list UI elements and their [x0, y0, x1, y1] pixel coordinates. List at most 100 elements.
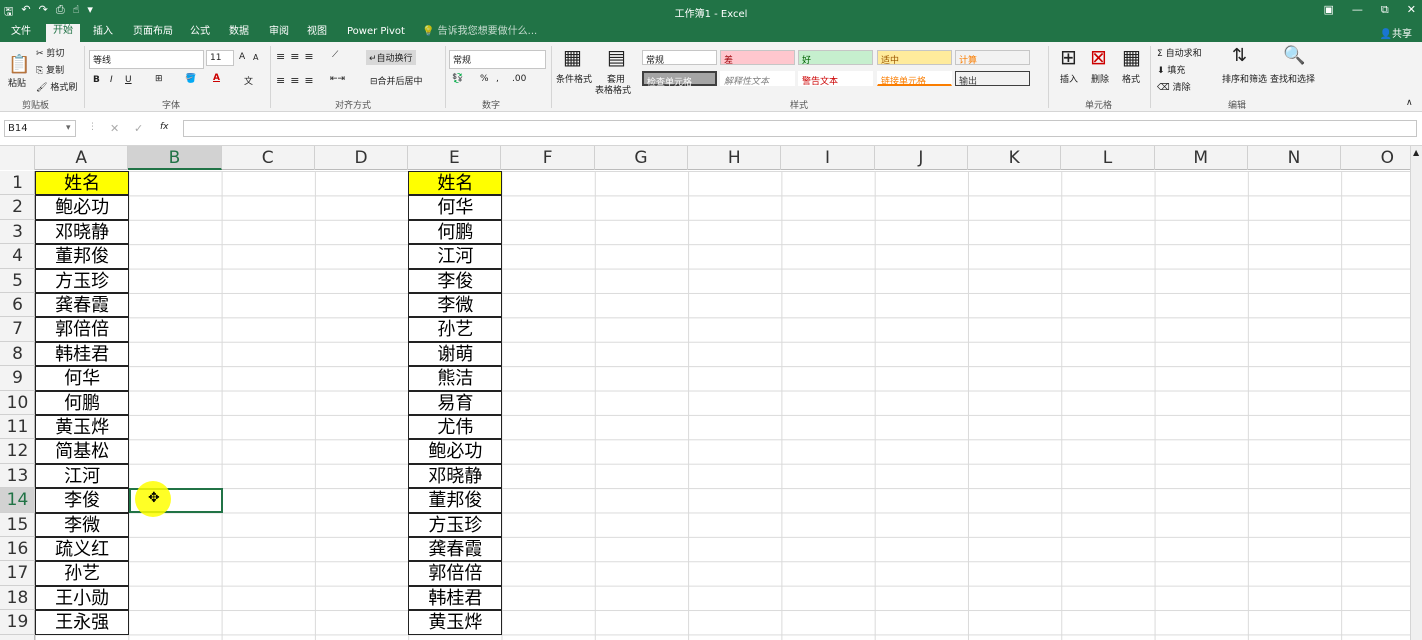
table-cell[interactable]: 江河 — [408, 244, 503, 269]
font-size-select[interactable]: 11 — [206, 50, 234, 66]
cut-button[interactable]: ✂ 剪切 — [36, 46, 64, 59]
table-cell[interactable]: 李微 — [35, 512, 130, 537]
table-cell[interactable]: 李俊 — [408, 268, 503, 293]
tab-file[interactable]: 文件 — [4, 25, 38, 39]
table-cell[interactable]: 孙艺 — [408, 317, 503, 342]
format-cells-button[interactable]: 格式 — [1122, 72, 1140, 85]
table-cell[interactable]: 何鹏 — [408, 219, 503, 245]
close-icon[interactable]: ✕ — [1407, 3, 1416, 17]
table-cell[interactable]: 简基松 — [35, 439, 130, 464]
style-output[interactable]: 输出 — [955, 71, 1030, 87]
column-header-k[interactable]: K — [968, 146, 1062, 170]
tab-data[interactable]: 数据 — [222, 25, 256, 39]
sort-filter-button[interactable]: 排序和筛选 — [1222, 72, 1267, 85]
row-header-19[interactable]: 19 — [0, 610, 35, 635]
table-cell[interactable]: 鲍必功 — [35, 195, 130, 220]
select-all-corner[interactable] — [0, 146, 35, 170]
currency-icon[interactable]: 💱 — [452, 74, 463, 84]
column-header-c[interactable]: C — [222, 146, 315, 170]
table-cell[interactable]: 方玉珍 — [408, 512, 503, 537]
col-e-header-cell[interactable]: 姓名 — [408, 171, 503, 196]
formula-input[interactable] — [183, 120, 1417, 137]
table-cell[interactable]: 王永强 — [35, 610, 130, 635]
table-cell[interactable]: 何华 — [35, 366, 130, 391]
row-header-3[interactable]: 3 — [0, 220, 35, 245]
table-cell[interactable]: 谢萌 — [408, 341, 503, 367]
row-header-14[interactable]: 14 — [0, 488, 35, 513]
underline-button[interactable]: U — [125, 75, 132, 85]
collapse-ribbon-icon[interactable]: ∧ — [1406, 98, 1413, 108]
namebox-dropdown-icon[interactable]: ▾ — [66, 123, 71, 133]
cancel-icon[interactable]: ✕ — [110, 122, 119, 135]
style-explanatory[interactable]: 解释性文本 — [720, 71, 795, 87]
paste-button[interactable]: 粘贴 — [8, 76, 26, 89]
insert-cells-button[interactable]: 插入 — [1060, 72, 1078, 85]
table-cell[interactable]: 江河 — [35, 463, 130, 489]
style-warning[interactable]: 警告文本 — [798, 71, 873, 87]
tab-home[interactable]: 开始 — [46, 24, 80, 42]
vertical-scrollbar[interactable]: ▲ — [1410, 146, 1422, 640]
delete-cells-button[interactable]: 删除 — [1091, 72, 1109, 85]
format-painter-button[interactable]: 🖌 格式刷 — [36, 80, 77, 93]
style-check-cell[interactable]: 检查单元格 — [642, 71, 717, 88]
style-neutral[interactable]: 适中 — [877, 50, 952, 66]
table-cell[interactable]: 李俊 — [35, 488, 130, 513]
copy-button[interactable]: ⎘ 复制 — [36, 63, 64, 76]
row-header-16[interactable]: 16 — [0, 537, 35, 562]
bold-button[interactable]: B — [93, 75, 100, 85]
row-header-7[interactable]: 7 — [0, 317, 35, 342]
column-header-f[interactable]: F — [502, 146, 595, 170]
row-header-11[interactable]: 11 — [0, 415, 35, 440]
percent-button[interactable]: % — [480, 74, 489, 84]
vertical-align-icon[interactable]: ≡≡≡ — [276, 50, 319, 63]
clear-button[interactable]: ⌫ 清除 — [1157, 80, 1191, 93]
enter-icon[interactable]: ✓ — [134, 122, 143, 135]
phonetic-icon[interactable]: 文 — [244, 74, 253, 87]
minimize-icon[interactable]: — — [1352, 3, 1363, 17]
style-calculation[interactable]: 计算 — [955, 50, 1030, 66]
row-header-2[interactable]: 2 — [0, 195, 35, 220]
table-cell[interactable]: 王小勋 — [35, 585, 130, 611]
tab-page-layout[interactable]: 页面布局 — [126, 25, 180, 39]
style-bad[interactable]: 差 — [720, 50, 795, 66]
row-header-10[interactable]: 10 — [0, 391, 35, 415]
col-a-header-cell[interactable]: 姓名 — [35, 171, 130, 196]
row-header-8[interactable]: 8 — [0, 342, 35, 367]
share-button[interactable]: 👤共享 — [1380, 25, 1412, 40]
column-header-l[interactable]: L — [1061, 146, 1155, 170]
table-cell[interactable]: 龚春霞 — [408, 537, 503, 562]
indent-icon[interactable]: ⇤⇥ — [330, 74, 345, 84]
decimal-icon[interactable]: .00 — [512, 74, 526, 84]
cell-grid[interactable]: 姓名 鲍必功 邓晓静 董邦俊 方玉珍 龚春霞 郭倍倍 韩桂君 何华 何鹏 黄玉烨 简基松 江河 李俊 李微疏… — [35, 171, 1410, 640]
table-cell[interactable]: 尤伟 — [408, 415, 503, 440]
row-header-15[interactable]: 15 — [0, 513, 35, 537]
style-linked-cell[interactable]: 链接单元格 — [877, 71, 952, 87]
table-cell[interactable]: 孙艺 — [35, 561, 130, 586]
table-cell[interactable]: 疏义红 — [35, 537, 130, 562]
table-cell[interactable]: 韩桂君 — [35, 341, 130, 367]
column-header-j[interactable]: J — [875, 146, 968, 170]
table-cell[interactable]: 何华 — [408, 195, 503, 220]
font-name-select[interactable]: 等线 — [89, 50, 204, 69]
fill-color-icon[interactable]: 🪣 — [185, 74, 196, 84]
restore-icon[interactable]: ⧉ — [1381, 3, 1389, 17]
table-cell[interactable]: 鲍必功 — [408, 439, 503, 464]
tab-review[interactable]: 审阅 — [262, 25, 296, 39]
table-cell[interactable]: 易育 — [408, 390, 503, 415]
table-cell[interactable]: 邓晓静 — [408, 463, 503, 489]
tab-power-pivot[interactable]: Power Pivot — [340, 25, 412, 39]
table-cell[interactable]: 邓晓静 — [35, 219, 130, 245]
grow-font-button[interactable]: A — [239, 52, 245, 62]
column-header-i[interactable]: I — [781, 146, 875, 170]
conditional-format-button[interactable]: 条件格式 — [556, 72, 592, 85]
row-header-9[interactable]: 9 — [0, 366, 35, 391]
shrink-font-button[interactable]: A — [253, 53, 258, 62]
wrap-text-button[interactable]: ↵自动换行 — [366, 50, 416, 65]
column-header-b[interactable]: B — [128, 146, 222, 170]
table-cell[interactable]: 黄玉烨 — [408, 610, 503, 635]
table-cell[interactable]: 郭倍倍 — [408, 561, 503, 586]
table-cell[interactable]: 黄玉烨 — [35, 415, 130, 440]
column-header-n[interactable]: N — [1248, 146, 1342, 170]
insert-function-button[interactable]: fx — [160, 122, 169, 132]
style-good[interactable]: 好 — [798, 50, 873, 66]
